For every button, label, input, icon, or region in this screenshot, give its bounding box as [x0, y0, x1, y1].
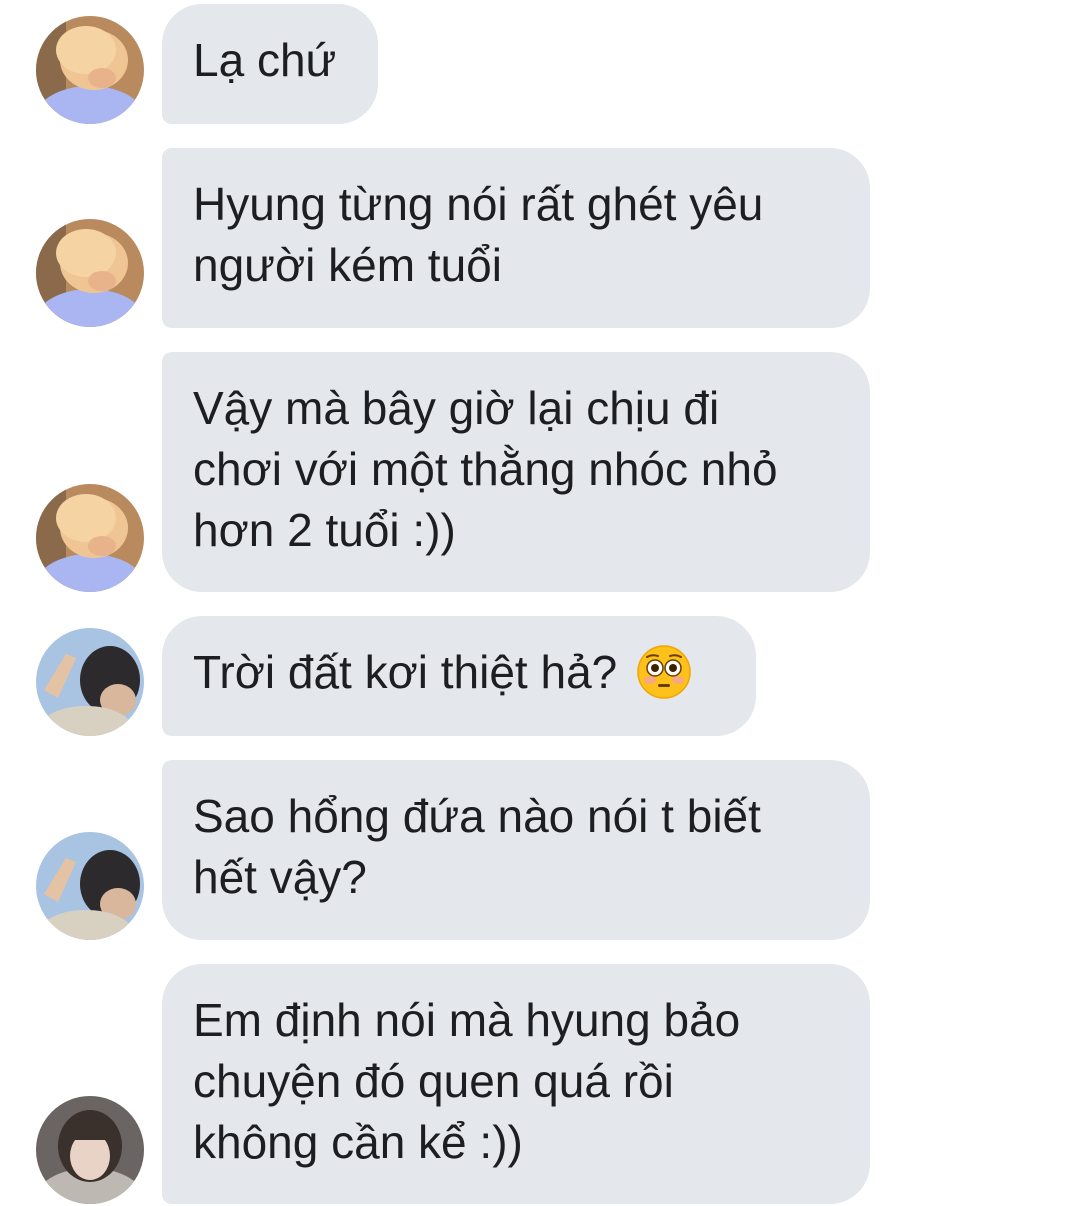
message-text: Vậy mà bây giờ lại chịu đi chơi với một …	[193, 382, 778, 556]
avatar-blonde-image	[36, 219, 144, 327]
avatar-blonde-image	[36, 484, 144, 592]
avatar-hoodie-image	[36, 1096, 144, 1204]
message-bubble[interactable]: Trời đất kơi thiệt hả?	[162, 616, 756, 736]
message-text: Em định nói mà hyung bảo chuyện đó quen …	[193, 994, 741, 1168]
message-bubble[interactable]: Sao hổng đứa nào nói t biết hết vậy?	[162, 760, 870, 940]
flushed-face-icon	[636, 644, 692, 700]
avatar-contact-b[interactable]	[36, 628, 144, 736]
message-text: Trời đất kơi thiệt hả?	[193, 646, 618, 698]
avatar-contact-c[interactable]	[36, 1096, 144, 1204]
avatar-contact-a[interactable]	[36, 16, 144, 124]
avatar-contact-a[interactable]	[36, 484, 144, 592]
avatar-contact-b[interactable]	[36, 832, 144, 940]
avatar-blonde-image	[36, 16, 144, 124]
avatar-contact-a[interactable]	[36, 219, 144, 327]
message-text: Hyung từng nói rất ghét yêu người kém tu…	[193, 178, 764, 291]
message-bubble[interactable]: Lạ chứ	[162, 4, 378, 124]
message-bubble[interactable]: Em định nói mà hyung bảo chuyện đó quen …	[162, 964, 870, 1204]
message-text: Lạ chứ	[193, 34, 337, 86]
avatar-sky-image	[36, 832, 144, 940]
avatar-sky-image	[36, 628, 144, 736]
message-text: Sao hổng đứa nào nói t biết hết vậy?	[193, 790, 761, 903]
message-bubble[interactable]: Hyung từng nói rất ghét yêu người kém tu…	[162, 148, 870, 328]
message-bubble[interactable]: Vậy mà bây giờ lại chịu đi chơi với một …	[162, 352, 870, 592]
